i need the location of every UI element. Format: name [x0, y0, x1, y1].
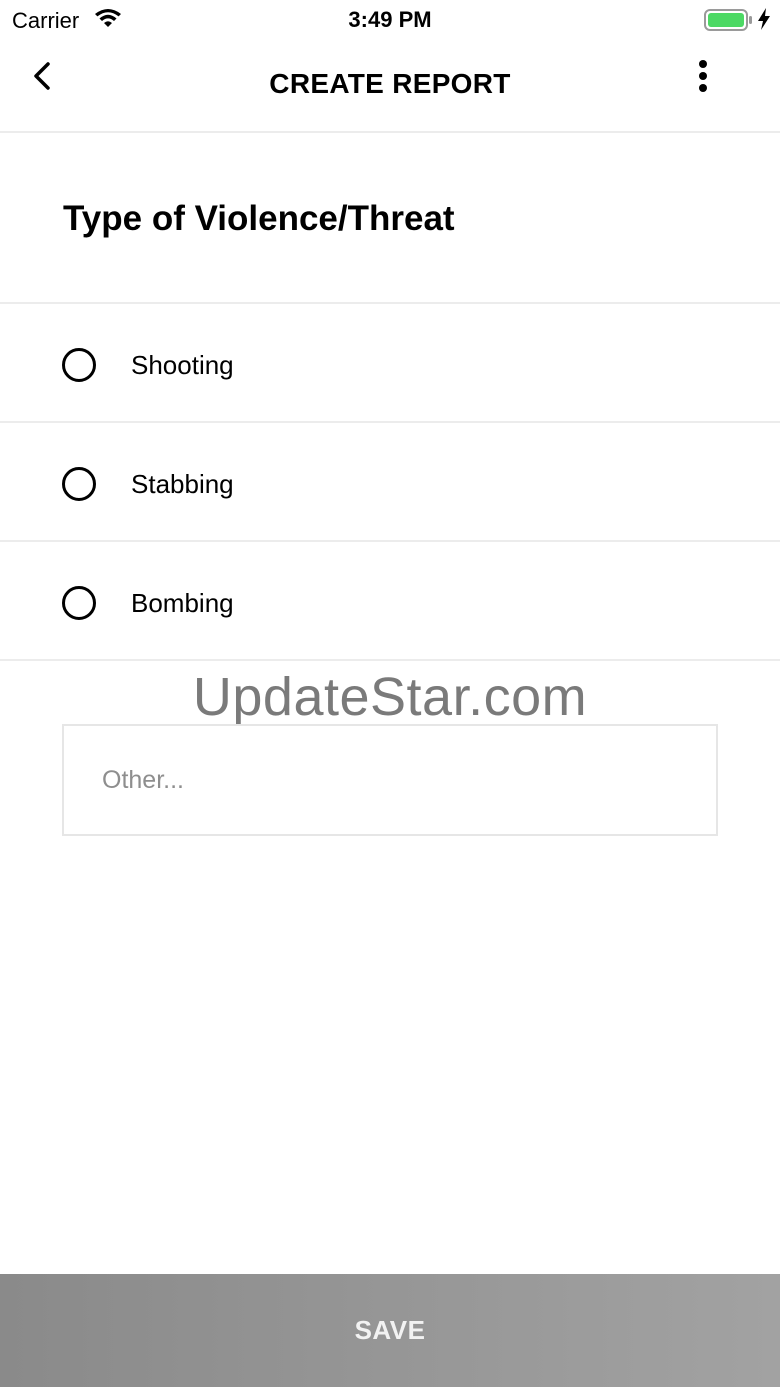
section-title: Type of Violence/Threat [63, 199, 455, 238]
page-title: CREATE REPORT [269, 68, 511, 99]
option-bombing[interactable]: Bombing [0, 543, 780, 661]
save-button[interactable]: SAVE [0, 1274, 780, 1387]
option-label: Shooting [131, 350, 234, 380]
option-label: Stabbing [131, 469, 234, 499]
other-input[interactable] [62, 724, 718, 836]
more-vertical-icon [699, 60, 707, 92]
radio-button[interactable] [62, 348, 96, 382]
option-stabbing[interactable]: Stabbing [0, 424, 780, 542]
status-time: 3:49 PM [348, 7, 432, 32]
navigation-bar: CREATE REPORT [0, 40, 780, 133]
radio-button[interactable] [62, 586, 96, 620]
create-report-screen: Carrier 3:49 PM CREATE REPORT Type of Vi… [0, 0, 780, 1387]
radio-button[interactable] [62, 467, 96, 501]
section-header: Type of Violence/Threat [0, 135, 780, 304]
charging-icon [758, 8, 770, 30]
option-label: Bombing [131, 588, 234, 618]
watermark: UpdateStar.com [192, 667, 588, 727]
more-options-button[interactable] [684, 56, 722, 96]
status-bar: Carrier 3:49 PM [0, 0, 780, 40]
option-shooting[interactable]: Shooting [0, 305, 780, 423]
battery-icon [704, 9, 752, 31]
